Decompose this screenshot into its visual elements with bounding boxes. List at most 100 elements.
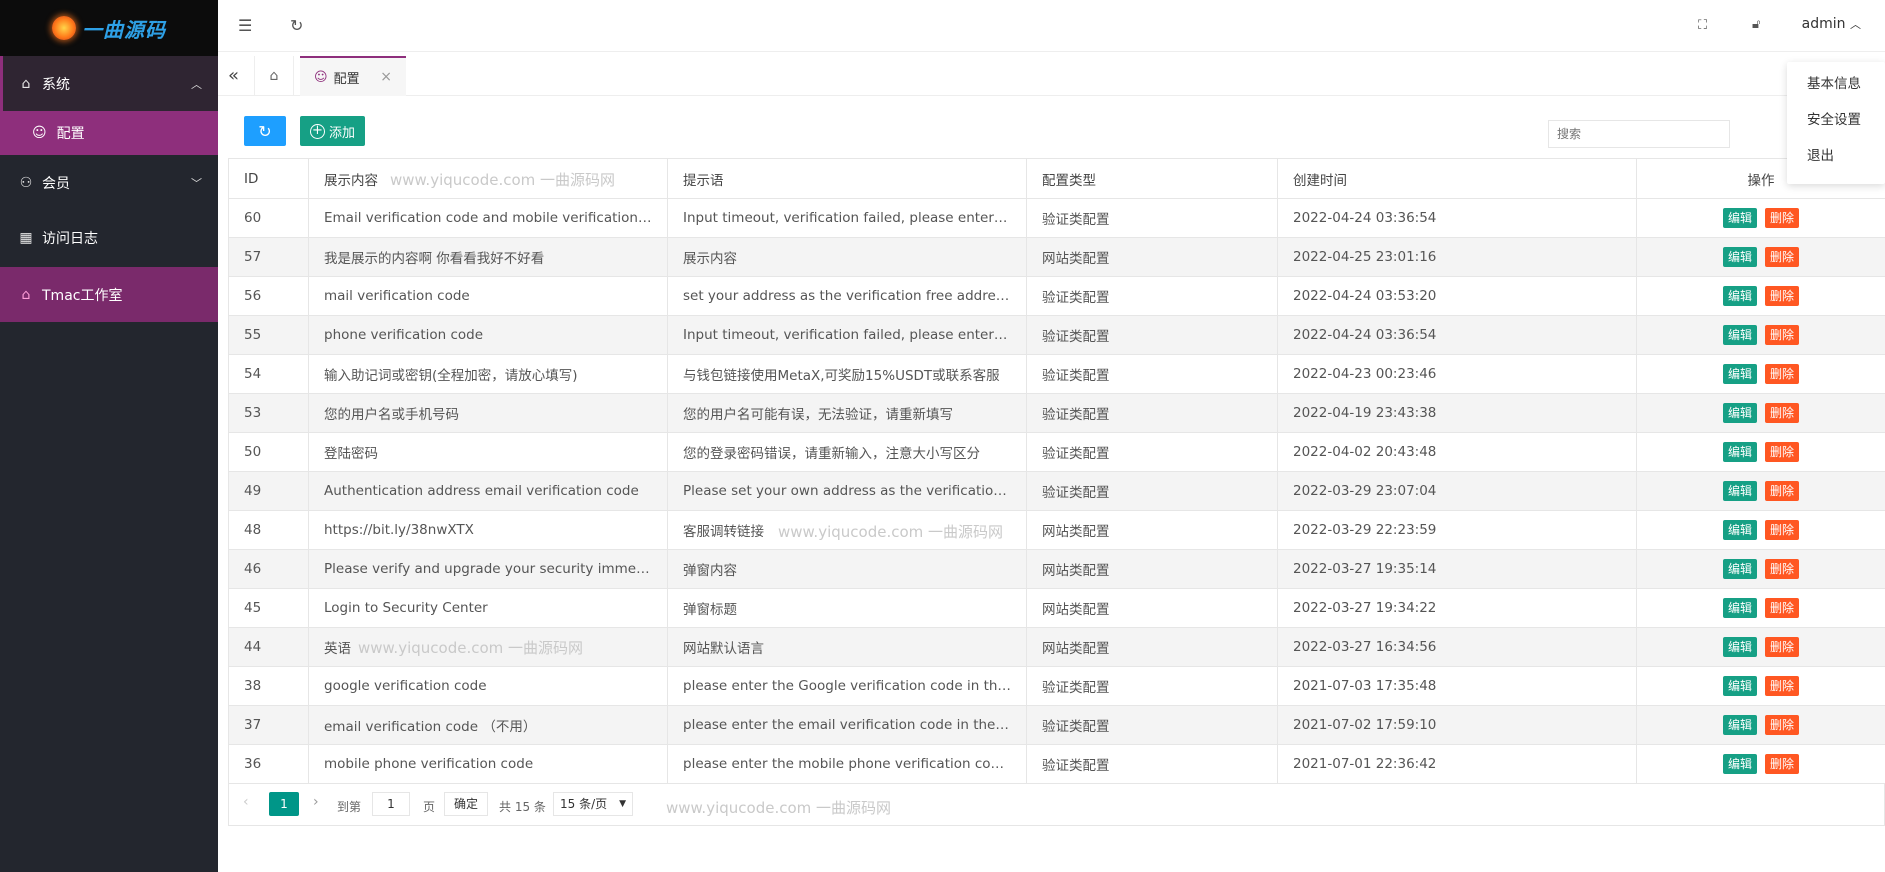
edit-button[interactable]: 编辑 — [1722, 364, 1757, 384]
delete-button[interactable]: 删除 — [1765, 559, 1800, 579]
edit-button[interactable]: 编辑 — [1722, 676, 1757, 696]
page-current[interactable]: 1 — [269, 792, 299, 816]
delete-button[interactable]: 删除 — [1765, 325, 1800, 345]
search-input[interactable] — [1548, 120, 1730, 148]
menu-item-security[interactable]: 安全设置 — [1787, 108, 1885, 144]
column-header-content[interactable]: 展示内容 — [308, 158, 668, 199]
delete-button[interactable]: 删除 — [1765, 598, 1800, 618]
smile-icon: ☺ — [32, 125, 47, 141]
delete-button[interactable]: 删除 — [1765, 715, 1800, 735]
logo: 一曲源码 — [0, 0, 218, 56]
chevron-left-icon[interactable]: ‹ — [243, 794, 249, 810]
menu-item-profile[interactable]: 基本信息 — [1787, 72, 1885, 108]
delete-button[interactable]: 删除 — [1765, 481, 1800, 501]
cell-actions: 编辑 删除 — [1636, 354, 1885, 394]
cell-type: 验证类配置 — [1026, 198, 1278, 238]
close-icon[interactable]: × — [380, 69, 392, 85]
double-chevron-left-icon[interactable]: « — [228, 65, 239, 86]
cell-hint: please enter the Google verification cod… — [667, 666, 1027, 706]
cell-actions: 编辑 删除 — [1636, 588, 1885, 628]
refresh-icon: ↻ — [258, 121, 272, 141]
cell-type: 验证类配置 — [1026, 471, 1278, 511]
tab-home[interactable]: ⌂ — [254, 56, 294, 96]
edit-button[interactable]: 编辑 — [1722, 403, 1757, 423]
page-jump-confirm-button[interactable]: 确定 — [444, 792, 488, 816]
edit-button[interactable]: 编辑 — [1722, 442, 1757, 462]
delete-button[interactable]: 删除 — [1765, 403, 1800, 423]
cell-content: 您的用户名或手机号码 — [308, 393, 668, 433]
page-size-select[interactable]: 15 条/页 ▼ — [553, 792, 633, 816]
sidebar-item-tmac[interactable]: ⌂ Tmac工作室 — [0, 267, 218, 322]
edit-button[interactable]: 编辑 — [1722, 247, 1757, 267]
cell-created: 2022-03-29 22:23:59 — [1277, 510, 1637, 550]
column-header-type[interactable]: 配置类型 — [1026, 158, 1278, 199]
fullscreen-icon[interactable]: ⛶ — [1698, 18, 1707, 33]
cell-created: 2022-03-27 19:34:22 — [1277, 588, 1637, 628]
pagination: ‹ 1 › 到第 1 页 确定 共 15 条 15 条/页 ▼ — [228, 784, 1885, 826]
menu-toggle-icon[interactable]: ☰ — [238, 16, 252, 35]
column-header-created[interactable]: 创建时间 — [1277, 158, 1637, 199]
delete-button[interactable]: 删除 — [1765, 442, 1800, 462]
cell-created: 2022-04-25 23:01:16 — [1277, 237, 1637, 277]
cell-id: 46 — [228, 549, 309, 589]
cell-actions: 编辑 删除 — [1636, 393, 1885, 433]
delete-button[interactable]: 删除 — [1765, 208, 1800, 228]
edit-button[interactable]: 编辑 — [1722, 286, 1757, 306]
column-header-id[interactable]: ID — [228, 158, 309, 199]
chevron-right-icon[interactable]: › — [313, 794, 319, 810]
page-jump-input[interactable]: 1 — [372, 792, 410, 816]
cell-actions: 编辑 删除 — [1636, 276, 1885, 316]
app-root: 一曲源码 ⌂ 系统 ︿ ☺ 配置 ⚇ 会员 ﹀ ▦ 访问日志 ⌂ Tmac工作室… — [0, 0, 1885, 872]
cell-created: 2022-04-24 03:53:20 — [1277, 276, 1637, 316]
delete-button[interactable]: 删除 — [1765, 637, 1800, 657]
cell-id: 53 — [228, 393, 309, 433]
delete-button[interactable]: 删除 — [1765, 247, 1800, 267]
refresh-icon[interactable]: ↻ — [290, 16, 303, 35]
cell-created: 2022-04-24 03:36:54 — [1277, 315, 1637, 355]
delete-button[interactable]: 删除 — [1765, 520, 1800, 540]
cell-actions: 编辑 删除 — [1636, 510, 1885, 550]
cell-id: 36 — [228, 744, 309, 784]
cell-actions: 编辑 删除 — [1636, 432, 1885, 472]
delete-button[interactable]: 删除 — [1765, 754, 1800, 774]
delete-button[interactable]: 删除 — [1765, 286, 1800, 306]
cell-content: 我是展示的内容啊 你看看我好不好看 — [308, 237, 668, 277]
user-menu-trigger[interactable]: admin ︿ — [1802, 16, 1861, 32]
table-row: 60 Email verification code and mobile ver… — [228, 198, 1885, 238]
edit-button[interactable]: 编辑 — [1722, 637, 1757, 657]
reload-button[interactable]: ↻ — [244, 116, 286, 146]
edit-button[interactable]: 编辑 — [1722, 520, 1757, 540]
lock-icon[interactable]: 🔓︎ — [1752, 17, 1760, 32]
cell-id: 54 — [228, 354, 309, 394]
user-dropdown-menu: 基本信息 安全设置 退出 — [1787, 62, 1885, 184]
add-button-label: 添加 — [329, 125, 356, 141]
sidebar-item-members[interactable]: ⚇ 会员 ﹀ — [0, 155, 218, 210]
sidebar-item-access-log[interactable]: ▦ 访问日志 — [0, 210, 218, 265]
cell-content: https://bit.ly/38nwXTX — [308, 510, 668, 550]
table-header-row: ID 展示内容 提示语 配置类型 创建时间 操作 — [228, 158, 1885, 199]
table-row: 55 phone verification code Input timeout, … — [228, 315, 1885, 355]
cell-type: 验证类配置 — [1026, 315, 1278, 355]
table-row: 57 我是展示的内容啊 你看看我好不好看 展示内容 网站类配置 2022-04-25 2… — [228, 237, 1885, 277]
column-header-hint[interactable]: 提示语 — [667, 158, 1027, 199]
sidebar-item-system[interactable]: ⌂ 系统 ︿ — [0, 56, 218, 111]
edit-button[interactable]: 编辑 — [1722, 715, 1757, 735]
edit-button[interactable]: 编辑 — [1722, 559, 1757, 579]
sidebar-item-config[interactable]: ☺ 配置 — [0, 111, 218, 155]
edit-button[interactable]: 编辑 — [1722, 481, 1757, 501]
delete-button[interactable]: 删除 — [1765, 676, 1800, 696]
edit-button[interactable]: 编辑 — [1722, 208, 1757, 228]
edit-button[interactable]: 编辑 — [1722, 598, 1757, 618]
add-button[interactable]: + 添加 — [300, 116, 366, 146]
chevron-down-icon: ﹀ — [191, 176, 202, 190]
cell-type: 网站类配置 — [1026, 510, 1278, 550]
menu-item-logout[interactable]: 退出 — [1787, 144, 1885, 180]
table-row: 56 mail verification code set your address… — [228, 276, 1885, 316]
delete-button[interactable]: 删除 — [1765, 364, 1800, 384]
home-icon: ⌂ — [269, 68, 279, 84]
edit-button[interactable]: 编辑 — [1722, 325, 1757, 345]
tab-config[interactable]: ☺ 配置 × — [300, 56, 406, 96]
edit-button[interactable]: 编辑 — [1722, 754, 1757, 774]
table-body: 60 Email verification code and mobile ver… — [228, 198, 1885, 784]
table-row: 38 google verification code please enter t… — [228, 666, 1885, 706]
